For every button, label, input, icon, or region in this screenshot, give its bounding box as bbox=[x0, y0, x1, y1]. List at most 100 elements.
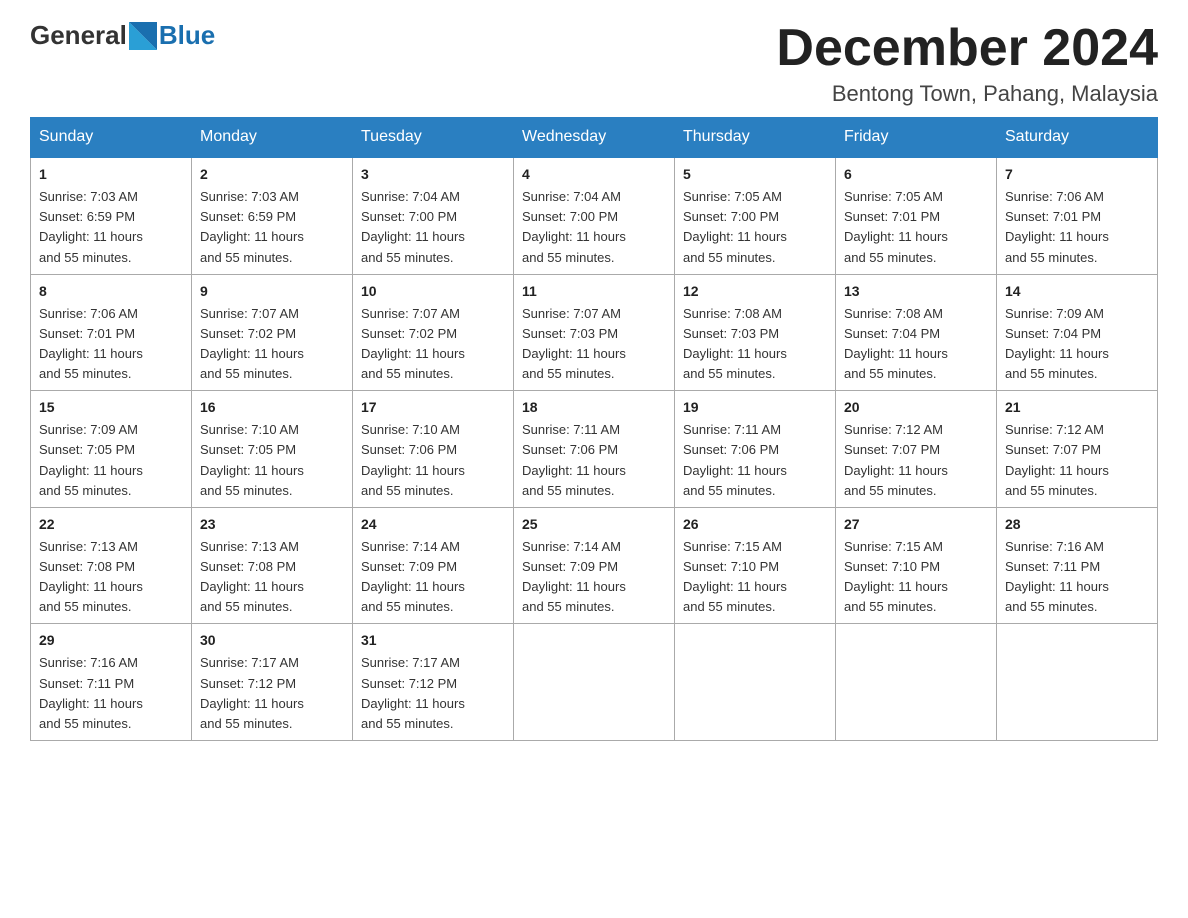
calendar-table: SundayMondayTuesdayWednesdayThursdayFrid… bbox=[30, 117, 1158, 741]
day-info: Sunrise: 7:07 AMSunset: 7:03 PMDaylight:… bbox=[522, 304, 666, 385]
day-number: 30 bbox=[200, 630, 344, 651]
calendar-day-cell: 19Sunrise: 7:11 AMSunset: 7:06 PMDayligh… bbox=[675, 391, 836, 508]
calendar-day-cell: 13Sunrise: 7:08 AMSunset: 7:04 PMDayligh… bbox=[836, 274, 997, 391]
calendar-day-cell: 5Sunrise: 7:05 AMSunset: 7:00 PMDaylight… bbox=[675, 157, 836, 274]
calendar-day-cell: 27Sunrise: 7:15 AMSunset: 7:10 PMDayligh… bbox=[836, 507, 997, 624]
logo-blue-text: Blue bbox=[159, 20, 215, 51]
day-info: Sunrise: 7:09 AMSunset: 7:04 PMDaylight:… bbox=[1005, 304, 1149, 385]
day-number: 2 bbox=[200, 164, 344, 185]
location-subtitle: Bentong Town, Pahang, Malaysia bbox=[776, 81, 1158, 107]
day-info: Sunrise: 7:07 AMSunset: 7:02 PMDaylight:… bbox=[200, 304, 344, 385]
title-area: December 2024 Bentong Town, Pahang, Mala… bbox=[776, 20, 1158, 107]
day-info: Sunrise: 7:04 AMSunset: 7:00 PMDaylight:… bbox=[522, 187, 666, 268]
day-number: 8 bbox=[39, 281, 183, 302]
day-number: 27 bbox=[844, 514, 988, 535]
day-number: 4 bbox=[522, 164, 666, 185]
day-info: Sunrise: 7:09 AMSunset: 7:05 PMDaylight:… bbox=[39, 420, 183, 501]
calendar-day-cell: 25Sunrise: 7:14 AMSunset: 7:09 PMDayligh… bbox=[514, 507, 675, 624]
calendar-week-row: 8Sunrise: 7:06 AMSunset: 7:01 PMDaylight… bbox=[31, 274, 1158, 391]
day-info: Sunrise: 7:10 AMSunset: 7:05 PMDaylight:… bbox=[200, 420, 344, 501]
calendar-day-cell: 9Sunrise: 7:07 AMSunset: 7:02 PMDaylight… bbox=[192, 274, 353, 391]
calendar-day-cell: 2Sunrise: 7:03 AMSunset: 6:59 PMDaylight… bbox=[192, 157, 353, 274]
day-number: 9 bbox=[200, 281, 344, 302]
day-number: 3 bbox=[361, 164, 505, 185]
calendar-day-cell bbox=[997, 624, 1158, 741]
day-info: Sunrise: 7:08 AMSunset: 7:04 PMDaylight:… bbox=[844, 304, 988, 385]
day-number: 23 bbox=[200, 514, 344, 535]
day-number: 5 bbox=[683, 164, 827, 185]
day-info: Sunrise: 7:03 AMSunset: 6:59 PMDaylight:… bbox=[200, 187, 344, 268]
calendar-day-cell: 21Sunrise: 7:12 AMSunset: 7:07 PMDayligh… bbox=[997, 391, 1158, 508]
calendar-day-cell: 17Sunrise: 7:10 AMSunset: 7:06 PMDayligh… bbox=[353, 391, 514, 508]
calendar-week-row: 29Sunrise: 7:16 AMSunset: 7:11 PMDayligh… bbox=[31, 624, 1158, 741]
calendar-day-cell: 7Sunrise: 7:06 AMSunset: 7:01 PMDaylight… bbox=[997, 157, 1158, 274]
calendar-day-cell: 16Sunrise: 7:10 AMSunset: 7:05 PMDayligh… bbox=[192, 391, 353, 508]
day-info: Sunrise: 7:14 AMSunset: 7:09 PMDaylight:… bbox=[361, 537, 505, 618]
day-info: Sunrise: 7:12 AMSunset: 7:07 PMDaylight:… bbox=[1005, 420, 1149, 501]
calendar-day-cell: 29Sunrise: 7:16 AMSunset: 7:11 PMDayligh… bbox=[31, 624, 192, 741]
day-number: 11 bbox=[522, 281, 666, 302]
day-number: 10 bbox=[361, 281, 505, 302]
day-info: Sunrise: 7:14 AMSunset: 7:09 PMDaylight:… bbox=[522, 537, 666, 618]
day-number: 26 bbox=[683, 514, 827, 535]
day-number: 18 bbox=[522, 397, 666, 418]
day-number: 19 bbox=[683, 397, 827, 418]
day-number: 24 bbox=[361, 514, 505, 535]
calendar-day-cell: 8Sunrise: 7:06 AMSunset: 7:01 PMDaylight… bbox=[31, 274, 192, 391]
day-info: Sunrise: 7:05 AMSunset: 7:00 PMDaylight:… bbox=[683, 187, 827, 268]
col-header-tuesday: Tuesday bbox=[353, 118, 514, 158]
day-info: Sunrise: 7:11 AMSunset: 7:06 PMDaylight:… bbox=[522, 420, 666, 501]
day-number: 29 bbox=[39, 630, 183, 651]
day-number: 12 bbox=[683, 281, 827, 302]
calendar-day-cell: 15Sunrise: 7:09 AMSunset: 7:05 PMDayligh… bbox=[31, 391, 192, 508]
col-header-monday: Monday bbox=[192, 118, 353, 158]
col-header-saturday: Saturday bbox=[997, 118, 1158, 158]
calendar-day-cell: 4Sunrise: 7:04 AMSunset: 7:00 PMDaylight… bbox=[514, 157, 675, 274]
calendar-day-cell: 12Sunrise: 7:08 AMSunset: 7:03 PMDayligh… bbox=[675, 274, 836, 391]
col-header-thursday: Thursday bbox=[675, 118, 836, 158]
day-number: 28 bbox=[1005, 514, 1149, 535]
day-info: Sunrise: 7:17 AMSunset: 7:12 PMDaylight:… bbox=[361, 653, 505, 734]
day-number: 16 bbox=[200, 397, 344, 418]
calendar-day-cell: 11Sunrise: 7:07 AMSunset: 7:03 PMDayligh… bbox=[514, 274, 675, 391]
day-info: Sunrise: 7:15 AMSunset: 7:10 PMDaylight:… bbox=[844, 537, 988, 618]
day-number: 14 bbox=[1005, 281, 1149, 302]
day-number: 21 bbox=[1005, 397, 1149, 418]
day-info: Sunrise: 7:12 AMSunset: 7:07 PMDaylight:… bbox=[844, 420, 988, 501]
day-info: Sunrise: 7:10 AMSunset: 7:06 PMDaylight:… bbox=[361, 420, 505, 501]
day-info: Sunrise: 7:16 AMSunset: 7:11 PMDaylight:… bbox=[39, 653, 183, 734]
calendar-header-row: SundayMondayTuesdayWednesdayThursdayFrid… bbox=[31, 118, 1158, 158]
calendar-day-cell: 23Sunrise: 7:13 AMSunset: 7:08 PMDayligh… bbox=[192, 507, 353, 624]
day-info: Sunrise: 7:13 AMSunset: 7:08 PMDaylight:… bbox=[200, 537, 344, 618]
calendar-week-row: 22Sunrise: 7:13 AMSunset: 7:08 PMDayligh… bbox=[31, 507, 1158, 624]
calendar-day-cell: 18Sunrise: 7:11 AMSunset: 7:06 PMDayligh… bbox=[514, 391, 675, 508]
day-number: 20 bbox=[844, 397, 988, 418]
col-header-wednesday: Wednesday bbox=[514, 118, 675, 158]
calendar-day-cell: 30Sunrise: 7:17 AMSunset: 7:12 PMDayligh… bbox=[192, 624, 353, 741]
calendar-day-cell bbox=[675, 624, 836, 741]
day-info: Sunrise: 7:05 AMSunset: 7:01 PMDaylight:… bbox=[844, 187, 988, 268]
calendar-week-row: 1 Sunrise: 7:03 AMSunset: 6:59 PMDaylight… bbox=[31, 157, 1158, 274]
calendar-day-cell: 6Sunrise: 7:05 AMSunset: 7:01 PMDaylight… bbox=[836, 157, 997, 274]
logo: General Blue bbox=[30, 20, 215, 51]
calendar-day-cell: 22Sunrise: 7:13 AMSunset: 7:08 PMDayligh… bbox=[31, 507, 192, 624]
calendar-day-cell bbox=[836, 624, 997, 741]
calendar-day-cell bbox=[514, 624, 675, 741]
col-header-sunday: Sunday bbox=[31, 118, 192, 158]
day-info: Sunrise: 7:06 AMSunset: 7:01 PMDaylight:… bbox=[1005, 187, 1149, 268]
day-info: Sunrise: 7:04 AMSunset: 7:00 PMDaylight:… bbox=[361, 187, 505, 268]
day-info: Sunrise: 7:07 AMSunset: 7:02 PMDaylight:… bbox=[361, 304, 505, 385]
day-number: 31 bbox=[361, 630, 505, 651]
day-number: 25 bbox=[522, 514, 666, 535]
day-number: 1 bbox=[39, 164, 183, 185]
day-number: 13 bbox=[844, 281, 988, 302]
logo-icon bbox=[129, 22, 157, 50]
day-info: Sunrise: 7:06 AMSunset: 7:01 PMDaylight:… bbox=[39, 304, 183, 385]
day-number: 6 bbox=[844, 164, 988, 185]
calendar-week-row: 15Sunrise: 7:09 AMSunset: 7:05 PMDayligh… bbox=[31, 391, 1158, 508]
day-info: Sunrise: 7:11 AMSunset: 7:06 PMDaylight:… bbox=[683, 420, 827, 501]
day-info: Sunrise: 7:13 AMSunset: 7:08 PMDaylight:… bbox=[39, 537, 183, 618]
calendar-day-cell: 3Sunrise: 7:04 AMSunset: 7:00 PMDaylight… bbox=[353, 157, 514, 274]
day-number: 22 bbox=[39, 514, 183, 535]
day-number: 7 bbox=[1005, 164, 1149, 185]
